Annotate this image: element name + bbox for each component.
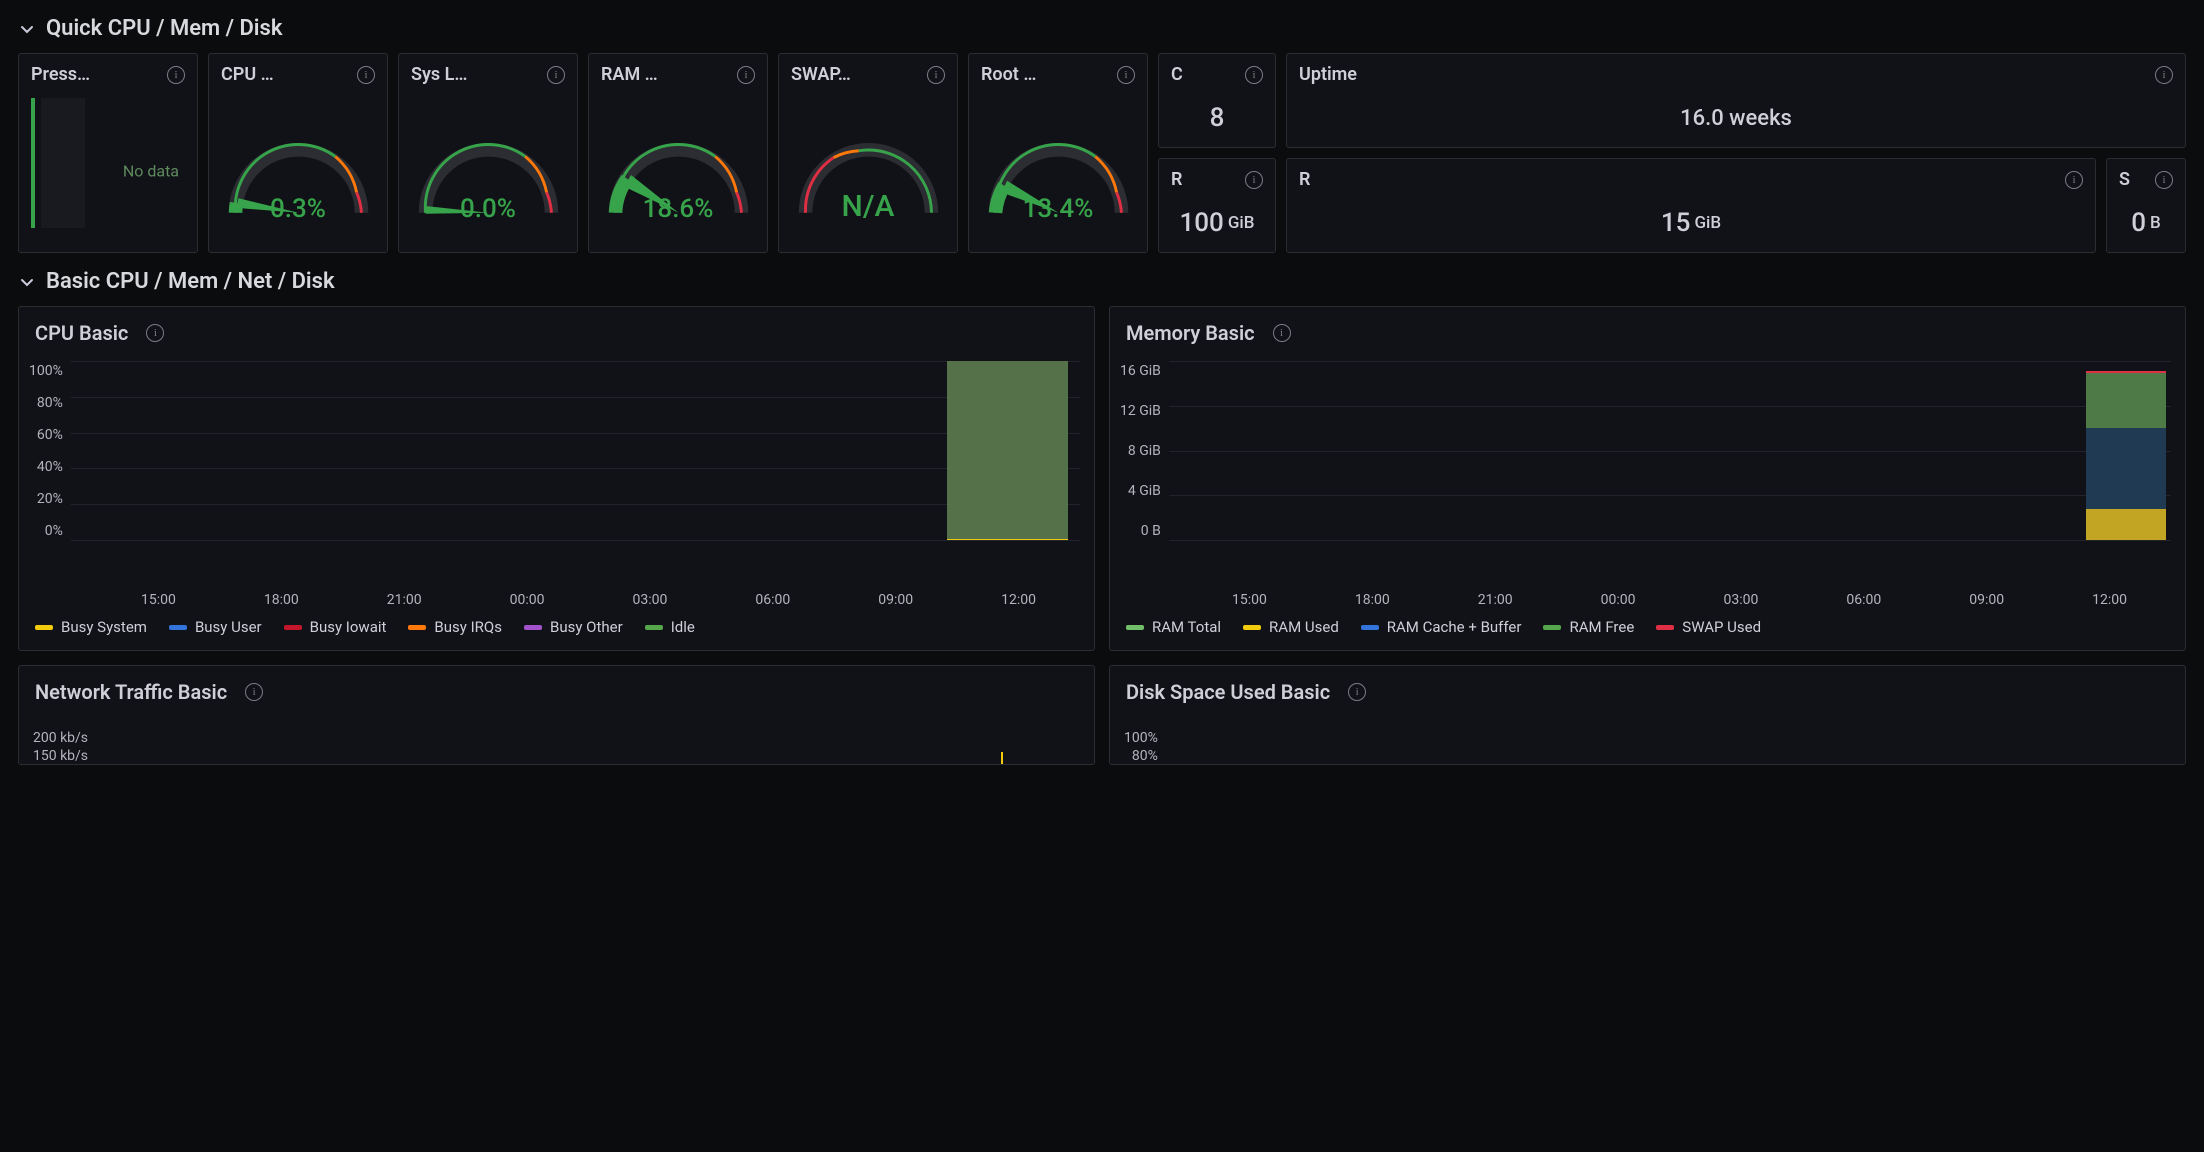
series-busy: [947, 539, 1068, 540]
panel-pressure[interactable]: Press… i No data: [18, 53, 198, 253]
section-header-quick[interactable]: Quick CPU / Mem / Disk: [18, 16, 2186, 41]
panel-sys-load[interactable]: Sys L… i 0.0%: [398, 53, 578, 253]
legend-item[interactable]: Busy Iowait: [284, 618, 387, 636]
panel-cpu-basic[interactable]: CPU Basic i 100% 80% 60% 40% 20% 0%: [18, 306, 1095, 651]
gauge-value: 0.0%: [399, 194, 577, 224]
chevron-down-icon: [18, 273, 36, 291]
y-axis: 100% 80% 60% 40% 20% 0%: [29, 361, 71, 541]
panel-cpu-cores[interactable]: C i 8: [1158, 53, 1276, 148]
panel-uptime[interactable]: Uptime i 16.0 weeks: [1286, 53, 2186, 148]
plot-area[interactable]: [1166, 730, 2171, 764]
info-icon[interactable]: i: [1117, 66, 1135, 84]
legend-item[interactable]: RAM Total: [1126, 618, 1221, 636]
no-data-label: No data: [123, 161, 179, 180]
legend-item[interactable]: Busy System: [35, 618, 147, 636]
info-icon[interactable]: i: [2155, 66, 2173, 84]
panel-ram-used[interactable]: RAM … i 18.6%: [588, 53, 768, 253]
pressure-block: [41, 98, 85, 228]
panel-swap-used[interactable]: SWAP… i N/A: [778, 53, 958, 253]
panel-root-fs[interactable]: Root … i 13.4%: [968, 53, 1148, 253]
panel-title: Network Traffic Basic: [35, 680, 227, 704]
info-icon[interactable]: i: [547, 66, 565, 84]
panel-title: CPU Basic: [35, 321, 128, 345]
panel-title: C: [1171, 64, 1183, 85]
info-icon[interactable]: i: [245, 683, 263, 701]
info-icon[interactable]: i: [167, 66, 185, 84]
chevron-down-icon: [18, 20, 36, 38]
panel-title: RAM …: [601, 64, 658, 85]
legend-item[interactable]: Idle: [645, 618, 695, 636]
panel-title: Disk Space Used Basic: [1126, 680, 1330, 704]
panel-disk-basic[interactable]: Disk Space Used Basic i 100% 80%: [1109, 665, 2186, 765]
legend-item[interactable]: Busy IRQs: [408, 618, 502, 636]
x-axis: 15:0018:0021:0000:0003:0006:0009:0012:00: [19, 586, 1094, 608]
panel-title: CPU …: [221, 64, 274, 85]
section-header-basic[interactable]: Basic CPU / Mem / Net / Disk: [18, 269, 2186, 294]
stat-value: 16.0 weeks: [1287, 89, 2185, 147]
info-icon[interactable]: i: [2065, 171, 2083, 189]
info-icon[interactable]: i: [927, 66, 945, 84]
panel-memory-basic[interactable]: Memory Basic i 16 GiB 12 GiB 8 GiB 4 GiB…: [1109, 306, 2186, 651]
legend: RAM Total RAM Used RAM Cache + Buffer RA…: [1110, 608, 2185, 650]
info-icon[interactable]: i: [357, 66, 375, 84]
legend-item[interactable]: SWAP Used: [1656, 618, 1761, 636]
section-title: Basic CPU / Mem / Net / Disk: [46, 269, 335, 294]
gauge-value: 18.6%: [589, 194, 767, 224]
plot-area[interactable]: [1169, 361, 2171, 541]
panel-title: S: [2119, 169, 2130, 190]
series-ram-free: [2086, 372, 2166, 428]
gauge-value: 13.4%: [969, 194, 1147, 224]
legend-item[interactable]: RAM Used: [1243, 618, 1339, 636]
legend-item[interactable]: RAM Cache + Buffer: [1361, 618, 1522, 636]
info-icon[interactable]: i: [1245, 66, 1263, 84]
y-axis: 200 kb/s 150 kb/s: [33, 730, 96, 764]
stat-unit: GiB: [1228, 213, 1255, 233]
series-spike: [1001, 752, 1003, 765]
panel-swap-total[interactable]: S i 0B: [2106, 158, 2186, 253]
stat-value: 100: [1180, 208, 1224, 238]
info-icon[interactable]: i: [1348, 683, 1366, 701]
panel-title: Root …: [981, 64, 1036, 85]
panel-cpu-busy[interactable]: CPU … i 0.3%: [208, 53, 388, 253]
panel-title: R: [1299, 169, 1310, 190]
panel-title: Sys L…: [411, 64, 467, 85]
panel-title: Memory Basic: [1126, 321, 1255, 345]
pressure-bar: [31, 98, 35, 228]
panel-network-basic[interactable]: Network Traffic Basic i 200 kb/s 150 kb/…: [18, 665, 1095, 765]
y-axis: 100% 80%: [1124, 730, 1166, 764]
series-ram-total: [2086, 371, 2166, 373]
panel-title: R: [1171, 169, 1182, 190]
info-icon[interactable]: i: [1245, 171, 1263, 189]
legend-item[interactable]: RAM Free: [1543, 618, 1634, 636]
info-icon[interactable]: i: [1273, 324, 1291, 342]
panel-ram-total[interactable]: R i 15GiB: [1286, 158, 2096, 253]
section-title: Quick CPU / Mem / Disk: [46, 16, 282, 41]
gauge-value: N/A: [779, 189, 957, 224]
panel-title: Uptime: [1299, 64, 1357, 85]
plot-area[interactable]: [71, 361, 1080, 541]
plot-area[interactable]: [96, 730, 1080, 760]
stat-unit: GiB: [1694, 213, 1721, 233]
y-axis: 16 GiB 12 GiB 8 GiB 4 GiB 0 B: [1120, 361, 1169, 541]
x-axis: 15:0018:0021:0000:0003:0006:0009:0012:00: [1110, 586, 2185, 608]
info-icon[interactable]: i: [2155, 171, 2173, 189]
series-ram-cache: [2086, 428, 2166, 509]
panel-rootfs-total[interactable]: R i 100GiB: [1158, 158, 1276, 253]
series-ram-used: [2086, 509, 2166, 540]
legend: Busy System Busy User Busy Iowait Busy I…: [19, 608, 1094, 650]
stat-value: 0: [2131, 208, 2146, 238]
info-icon[interactable]: i: [146, 324, 164, 342]
gauge-value: 0.3%: [209, 194, 387, 224]
legend-item[interactable]: Busy Other: [524, 618, 623, 636]
stat-value: 8: [1159, 89, 1275, 147]
info-icon[interactable]: i: [737, 66, 755, 84]
legend-item[interactable]: Busy User: [169, 618, 262, 636]
panel-title: Press…: [31, 64, 90, 85]
stat-value: 15: [1661, 208, 1691, 238]
stat-unit: B: [2150, 213, 2161, 233]
series-idle: [947, 361, 1068, 540]
panel-title: SWAP…: [791, 64, 851, 85]
